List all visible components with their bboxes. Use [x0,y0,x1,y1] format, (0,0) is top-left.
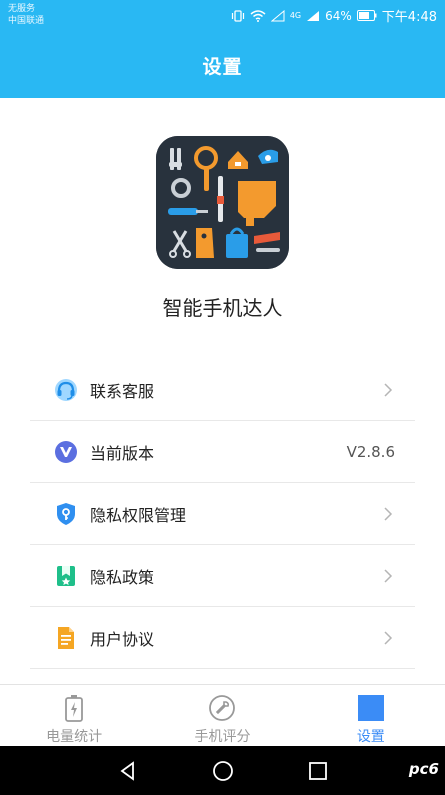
carrier-info: 无服务 中国联通 [8,3,44,27]
tab-settings[interactable]: 设置 [297,685,445,746]
app-header: 无服务 中国联通 4G 64% 下午4:48 设置 [0,0,445,98]
menu-label-current-version: 当前版本 [90,443,155,463]
version-v-icon [54,440,78,464]
settings-square-icon [356,693,386,723]
headset-icon [54,378,78,402]
settings-menu: 联系客服 当前版本 V2.8.6 隐私权限管理 隐私政策 用户协议 [30,359,415,669]
tab-label-settings: 设置 [356,729,385,745]
menu-item-privacy-permissions[interactable]: 隐私权限管理 [30,483,415,545]
chevron-right-icon [383,630,393,646]
signal-icon [270,9,285,22]
menu-item-user-agreement[interactable]: 用户协议 [30,607,415,669]
signal-strong-icon [306,10,320,22]
menu-label-privacy-permissions: 隐私权限管理 [90,505,187,525]
recents-icon[interactable] [306,759,330,783]
menu-label-contact-support: 联系客服 [90,381,155,401]
document-icon [54,626,78,650]
tab-battery-stats[interactable]: 电量统计 [0,685,148,746]
wrench-circle-icon [207,693,237,723]
back-icon[interactable] [116,759,140,783]
bottom-tab-bar: 电量统计 手机评分 设置 [0,684,445,746]
clock: 下午4:48 [381,10,437,25]
battery-percent: 64% [325,8,352,23]
vibrate-icon [231,9,245,22]
chevron-right-icon [383,382,393,398]
version-value: V2.8.6 [346,442,395,461]
battery-status-icon [356,10,377,21]
menu-label-privacy-policy: 隐私政策 [90,567,155,587]
bookmark-star-icon [54,564,78,588]
app-logo-icon [156,136,289,269]
tab-phone-score[interactable]: 手机评分 [148,685,296,746]
chevron-right-icon [383,506,393,522]
menu-item-current-version[interactable]: 当前版本 V2.8.6 [30,421,415,483]
carrier-name: 中国联通 [8,16,45,26]
menu-item-privacy-policy[interactable]: 隐私政策 [30,545,415,607]
wifi-icon [250,9,266,22]
shield-key-icon [54,502,78,526]
network-type: 4G [289,11,302,20]
tab-label-phone-score: 手机评分 [194,729,251,745]
home-icon[interactable] [211,759,235,783]
watermark-logo: pc6 [408,760,439,778]
tab-label-battery-stats: 电量统计 [46,729,103,745]
menu-item-contact-support[interactable]: 联系客服 [30,359,415,421]
system-nav-bar [0,746,445,795]
app-name: 智能手机达人 [162,296,283,320]
status-bar: 无服务 中国联通 4G 64% 下午4:48 [0,0,445,32]
carrier-status: 无服务 [8,4,36,14]
battery-icon [59,693,89,723]
page-title: 设置 [202,56,243,78]
menu-label-user-agreement: 用户协议 [90,629,155,649]
chevron-right-icon [383,568,393,584]
status-icons: 4G 64% 下午4:48 [231,6,437,25]
